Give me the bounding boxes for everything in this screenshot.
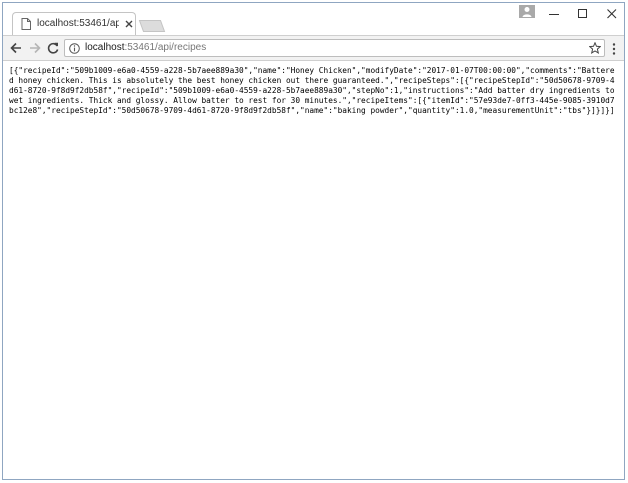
page-icon: [21, 18, 31, 30]
new-tab-button[interactable]: [138, 20, 166, 32]
bookmark-star-icon[interactable]: [589, 42, 601, 54]
info-icon[interactable]: [69, 43, 80, 54]
tab-title: localhost:53461/api/recip: [37, 18, 119, 29]
minimize-icon: [549, 14, 559, 15]
maximize-button[interactable]: [568, 3, 598, 25]
url-path: :53461/api/recipes: [124, 42, 207, 53]
reload-icon[interactable]: [46, 41, 60, 55]
close-icon: [607, 9, 617, 19]
forward-arrow-icon[interactable]: [28, 41, 42, 55]
browser-toolbar: localhost:53461/api/recipes: [3, 35, 624, 61]
minimize-button[interactable]: [539, 3, 569, 25]
address-bar[interactable]: localhost:53461/api/recipes: [64, 39, 605, 57]
browser-tab[interactable]: localhost:53461/api/recip: [12, 12, 136, 35]
back-arrow-icon[interactable]: [9, 41, 23, 55]
maximize-icon: [578, 9, 587, 18]
title-bar: localhost:53461/api/recip: [3, 3, 624, 35]
json-response-text: [{"recipeId":"509b1009-e6a0-4559-a228-5b…: [9, 66, 620, 116]
url-host: localhost: [85, 42, 125, 53]
menu-icon[interactable]: [611, 42, 617, 56]
browser-window: localhost:53461/api/recip: [2, 2, 625, 480]
close-window-button[interactable]: [597, 3, 627, 25]
profile-icon[interactable]: [519, 5, 535, 18]
tab-close-icon[interactable]: [124, 19, 134, 29]
url-text: localhost:53461/api/recipes: [85, 42, 206, 53]
